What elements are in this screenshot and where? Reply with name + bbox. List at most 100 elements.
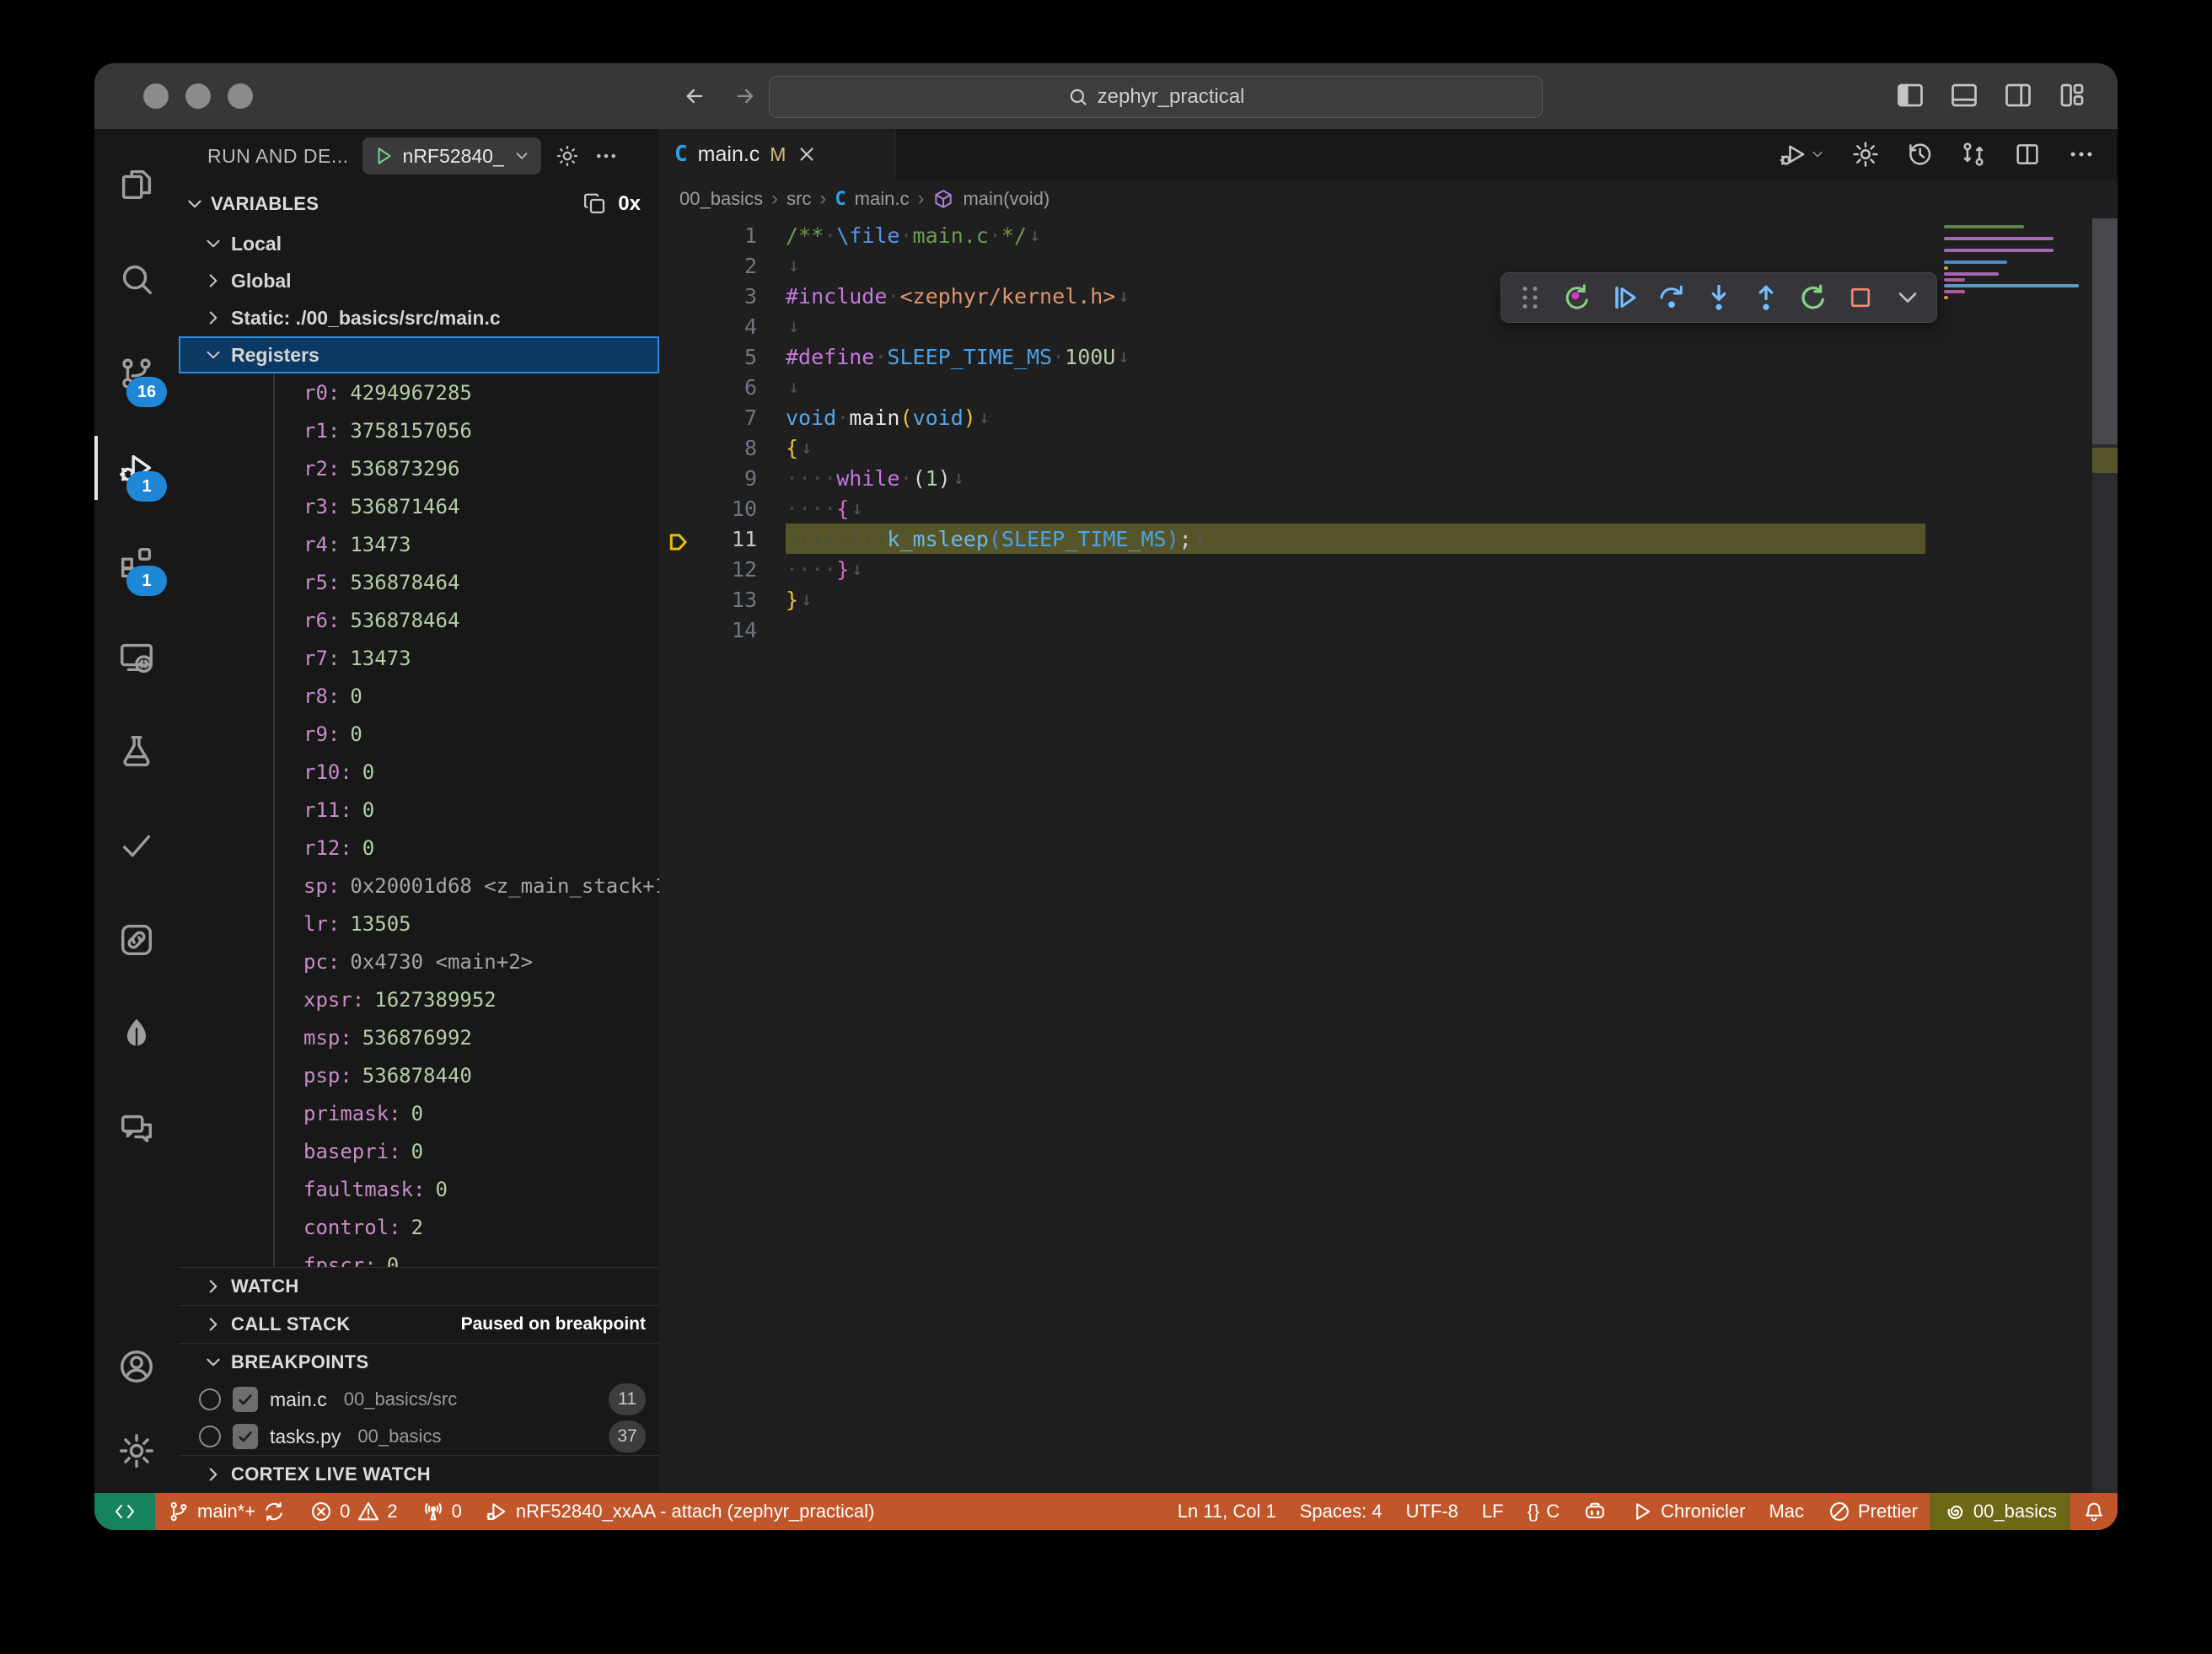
code-line-1[interactable]: 1/**·\file·main.c·*/↓ [659, 220, 2118, 250]
history-icon[interactable] [1905, 140, 1934, 169]
breakpoint-checkbox[interactable] [233, 1424, 258, 1449]
tab-main-c[interactable]: C main.c M [659, 129, 896, 180]
step-over-button[interactable] [1656, 282, 1687, 313]
activity-item-comments[interactable] [94, 1082, 179, 1176]
breakpoint-row-main-c[interactable]: main.c00_basics/src11 [179, 1381, 659, 1418]
gutter[interactable]: 13 [659, 588, 786, 612]
gutter[interactable]: 9 [659, 466, 786, 491]
variables-group-global[interactable]: Global [179, 262, 659, 299]
split-icon[interactable] [2013, 140, 2042, 169]
cortex-live-watch-header[interactable]: CORTEX LIVE WATCH [179, 1455, 659, 1493]
toggle-secondary-sidebar-icon[interactable] [2003, 80, 2033, 110]
status-item-language-mode[interactable]: {}C [1516, 1493, 1572, 1530]
step-out-button[interactable] [1751, 282, 1781, 313]
command-center-search[interactable]: zephyr_practical [769, 76, 1543, 118]
copy-value-icon[interactable] [583, 191, 608, 217]
register-row-r5[interactable]: r5:536878464 [179, 563, 659, 601]
register-row-r8[interactable]: r8:0 [179, 677, 659, 715]
breakpoint-checkbox[interactable] [233, 1387, 258, 1412]
minimize-window-button[interactable] [185, 83, 211, 109]
activity-item-mongodb[interactable] [94, 987, 179, 1082]
compare-icon[interactable] [1959, 140, 1988, 169]
run-or-debug-button[interactable] [1779, 140, 1826, 169]
gutter[interactable]: 3 [659, 284, 786, 309]
debug-settings-gear-icon[interactable] [555, 143, 580, 169]
activity-item-accounts[interactable] [94, 1324, 179, 1409]
call-stack-section-header[interactable]: CALL STACK Paused on breakpoint [179, 1305, 659, 1343]
gutter[interactable]: 7 [659, 405, 786, 430]
register-row-r3[interactable]: r3:536871464 [179, 487, 659, 525]
register-row-control[interactable]: control:2 [179, 1208, 659, 1246]
status-item-chronicler[interactable]: Chronicler [1619, 1493, 1757, 1530]
close-window-button[interactable] [143, 83, 169, 109]
more-icon[interactable] [2067, 140, 2096, 169]
code-line-12[interactable]: 12····}↓ [659, 554, 2118, 584]
register-row-r1[interactable]: r1:3758157056 [179, 411, 659, 449]
status-item-cursor-position[interactable]: Ln 11, Col 1 [1166, 1493, 1288, 1530]
code-line-7[interactable]: 7void·main(void)↓ [659, 402, 2118, 432]
status-item-broadcast[interactable]: 0 [410, 1493, 474, 1530]
activity-item-run-and-debug[interactable]: 1 [94, 421, 179, 515]
breadcrumb-item[interactable]: main(void) [963, 188, 1050, 210]
code-line-9[interactable]: 9····while·(1)↓ [659, 463, 2118, 493]
watch-section-header[interactable]: WATCH [179, 1267, 659, 1305]
register-row-r7[interactable]: r7:13473 [179, 639, 659, 677]
activity-item-extensions[interactable]: 1 [94, 515, 179, 610]
gutter[interactable]: 5 [659, 345, 786, 369]
activity-item-links[interactable] [94, 893, 179, 987]
overview-ruler[interactable] [2092, 218, 2118, 1493]
register-row-faultmask[interactable]: faultmask:0 [179, 1170, 659, 1208]
status-item-notifications[interactable] [2070, 1493, 2118, 1530]
gutter[interactable]: 1 [659, 223, 786, 248]
code-line-5[interactable]: 5#define·SLEEP_TIME_MS·100U↓ [659, 341, 2118, 372]
breakpoint-row-tasks-py[interactable]: tasks.py00_basics37 [179, 1418, 659, 1455]
status-item-remote-indicator[interactable] [94, 1493, 155, 1530]
gear-icon[interactable] [1851, 140, 1880, 169]
gutter[interactable]: 6 [659, 375, 786, 400]
hex-format-toggle[interactable]: 0x [613, 191, 646, 217]
status-item-debug-session[interactable]: nRF52840_xxAA - attach (zephyr_practical… [474, 1493, 887, 1530]
breadcrumb-item[interactable]: src [787, 188, 811, 210]
continue-button[interactable] [1609, 282, 1640, 313]
status-item-platform[interactable]: Mac [1757, 1493, 1816, 1530]
register-row-r9[interactable]: r9:0 [179, 715, 659, 753]
customize-layout-icon[interactable] [2057, 80, 2087, 110]
toggle-primary-sidebar-icon[interactable] [1895, 80, 1925, 110]
reverse-continue-button[interactable] [1562, 282, 1592, 313]
toggle-panel-icon[interactable] [1949, 80, 1979, 110]
gutter[interactable]: 10 [659, 497, 786, 521]
breakpoints-section-header[interactable]: BREAKPOINTS [179, 1343, 659, 1381]
more-sessions-button[interactable] [1893, 282, 1923, 313]
activity-item-settings[interactable] [94, 1409, 179, 1493]
register-row-xpsr[interactable]: xpsr:1627389952 [179, 980, 659, 1018]
breadcrumb-item[interactable]: main.c [855, 188, 910, 210]
status-item-indentation[interactable]: Spaces: 4 [1288, 1493, 1394, 1530]
stop-button[interactable] [1845, 282, 1876, 313]
back-button[interactable] [678, 80, 711, 114]
start-debug-icon[interactable] [373, 145, 395, 167]
register-row-r2[interactable]: r2:536873296 [179, 449, 659, 487]
more-actions-icon[interactable] [593, 143, 619, 169]
gutter[interactable]: 12 [659, 557, 786, 582]
close-icon[interactable] [796, 143, 818, 165]
step-into-button[interactable] [1704, 282, 1734, 313]
gutter[interactable]: 4 [659, 314, 786, 339]
register-row-r0[interactable]: r0:4294967285 [179, 373, 659, 411]
register-row-r12[interactable]: r12:0 [179, 829, 659, 867]
status-item-prettier[interactable]: Prettier [1816, 1493, 1930, 1530]
activity-item-source-control[interactable]: 16 [94, 326, 179, 421]
status-item-git-branch[interactable]: main*+ [155, 1493, 298, 1530]
register-row-msp[interactable]: msp:536876992 [179, 1018, 659, 1056]
code-line-10[interactable]: 10····{↓ [659, 493, 2118, 524]
zoom-window-button[interactable] [228, 83, 253, 109]
code-line-13[interactable]: 13}↓ [659, 584, 2118, 615]
register-row-basepri[interactable]: basepri:0 [179, 1132, 659, 1170]
gutter[interactable]: 14 [659, 618, 786, 642]
register-row-r11[interactable]: r11:0 [179, 791, 659, 829]
breadcrumb-item[interactable]: 00_basics [679, 188, 763, 210]
code-line-11[interactable]: 11········k_msleep(SLEEP_TIME_MS);↓ [659, 524, 2118, 554]
activity-item-tasks[interactable] [94, 798, 179, 893]
register-row-r4[interactable]: r4:13473 [179, 525, 659, 563]
gutter[interactable]: 11 [659, 527, 786, 551]
register-row-fpscr[interactable]: fpscr:0 [179, 1246, 659, 1267]
